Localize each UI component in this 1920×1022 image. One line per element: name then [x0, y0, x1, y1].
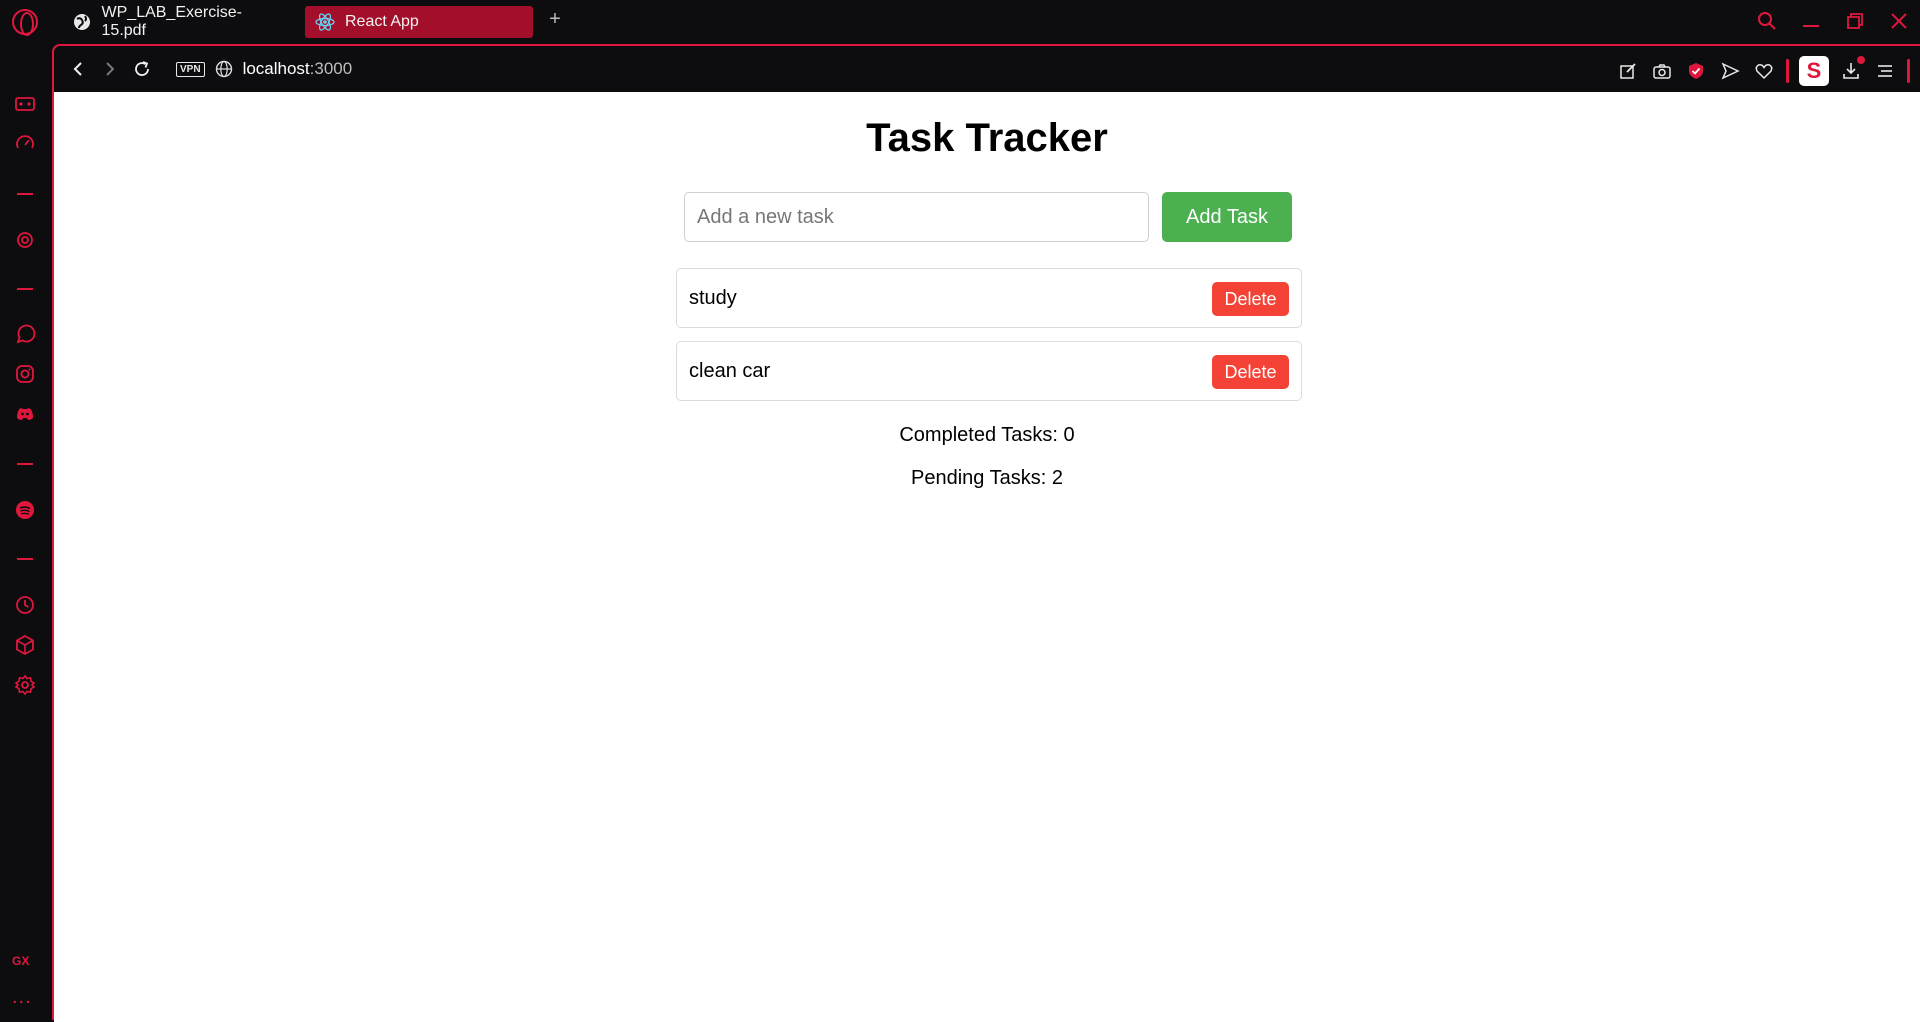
tab-label: React App — [345, 13, 419, 30]
sidebar-divider — [17, 558, 33, 560]
close-icon[interactable] — [1888, 10, 1910, 32]
sidebar-divider — [17, 193, 33, 195]
toolbar-right: S — [1616, 56, 1910, 86]
tab-wp-lab-pdf[interactable]: WP_LAB_Exercise-15.pdf — [62, 4, 292, 39]
instagram-icon[interactable] — [13, 362, 37, 386]
edit-chart-icon[interactable] — [1616, 59, 1640, 83]
delete-button[interactable]: Delete — [1212, 282, 1289, 316]
completed-tasks-count: Completed Tasks: 0 — [899, 424, 1075, 446]
gx-corner-button[interactable]: GX — [12, 954, 29, 968]
url-host: localhost — [242, 59, 310, 78]
pending-tasks-count: Pending Tasks: 2 — [911, 467, 1063, 489]
task-input[interactable] — [684, 192, 1149, 242]
sidebar-divider — [17, 288, 33, 290]
window-controls — [1756, 6, 1910, 36]
chatgpt-icon[interactable] — [13, 228, 37, 252]
vpn-badge[interactable]: VPN — [176, 61, 205, 77]
more-icon[interactable]: ... — [12, 987, 32, 1007]
whatsapp-icon[interactable] — [13, 322, 37, 346]
task-item: clean car Delete — [676, 341, 1302, 401]
sidebar: GX ... — [0, 44, 52, 1020]
add-task-form: Add Task — [684, 192, 1294, 244]
shield-icon[interactable] — [1684, 59, 1708, 83]
extension-s-icon[interactable]: S — [1799, 56, 1829, 86]
page-viewport: Task Tracker Add Task study Delete clean… — [54, 92, 1920, 1022]
minimize-icon[interactable] — [1800, 10, 1822, 32]
react-icon — [315, 12, 335, 32]
forward-icon[interactable] — [98, 57, 122, 81]
menu-icon[interactable] — [1873, 59, 1897, 83]
browser-frame: VPN localhost:3000 S Task Tracker Add a … — [52, 44, 1920, 1022]
search-icon[interactable] — [1756, 10, 1778, 32]
title-bar: WP_LAB_Exercise-15.pdf React App + — [0, 0, 1920, 44]
opera-logo-icon[interactable] — [12, 9, 38, 36]
notification-dot — [1857, 56, 1865, 64]
send-icon[interactable] — [1718, 59, 1742, 83]
task-tracker-app: Task Tracker Add Task study Delete clean… — [54, 92, 1920, 1022]
task-text[interactable]: study — [689, 287, 737, 310]
spotify-icon[interactable] — [13, 498, 37, 522]
page-title: Task Tracker — [866, 116, 1108, 160]
heart-icon[interactable] — [1752, 59, 1776, 83]
url-field[interactable]: localhost:3000 — [243, 59, 353, 79]
download-icon[interactable] — [1839, 56, 1865, 83]
add-task-button[interactable]: Add Task — [1162, 192, 1292, 242]
globe-icon — [72, 12, 92, 32]
delete-button[interactable]: Delete — [1212, 355, 1289, 389]
tab-label: WP_LAB_Exercise-15.pdf — [101, 4, 243, 39]
camera-icon[interactable] — [1650, 59, 1674, 83]
discord-icon[interactable] — [13, 402, 37, 426]
reload-icon[interactable] — [130, 57, 154, 81]
restore-icon[interactable] — [1844, 10, 1866, 32]
back-icon[interactable] — [66, 57, 90, 81]
site-info-icon[interactable] — [215, 60, 233, 78]
gaming-icon[interactable] — [13, 92, 37, 116]
history-icon[interactable] — [13, 593, 37, 617]
new-tab-button[interactable]: + — [544, 9, 566, 31]
task-item: study Delete — [676, 268, 1302, 328]
tab-react-app[interactable]: React App — [305, 6, 533, 38]
task-list: study Delete clean car Delete — [676, 268, 1302, 414]
task-text[interactable]: clean car — [689, 360, 770, 383]
speed-dial-icon[interactable] — [13, 132, 37, 156]
address-bar: VPN localhost:3000 S — [54, 46, 1920, 92]
settings-icon[interactable] — [13, 673, 37, 697]
sidebar-divider — [17, 463, 33, 465]
extensions-icon[interactable] — [13, 633, 37, 657]
url-port: :3000 — [309, 59, 353, 78]
toolbar-divider — [1786, 59, 1789, 83]
toolbar-divider — [1907, 59, 1910, 83]
